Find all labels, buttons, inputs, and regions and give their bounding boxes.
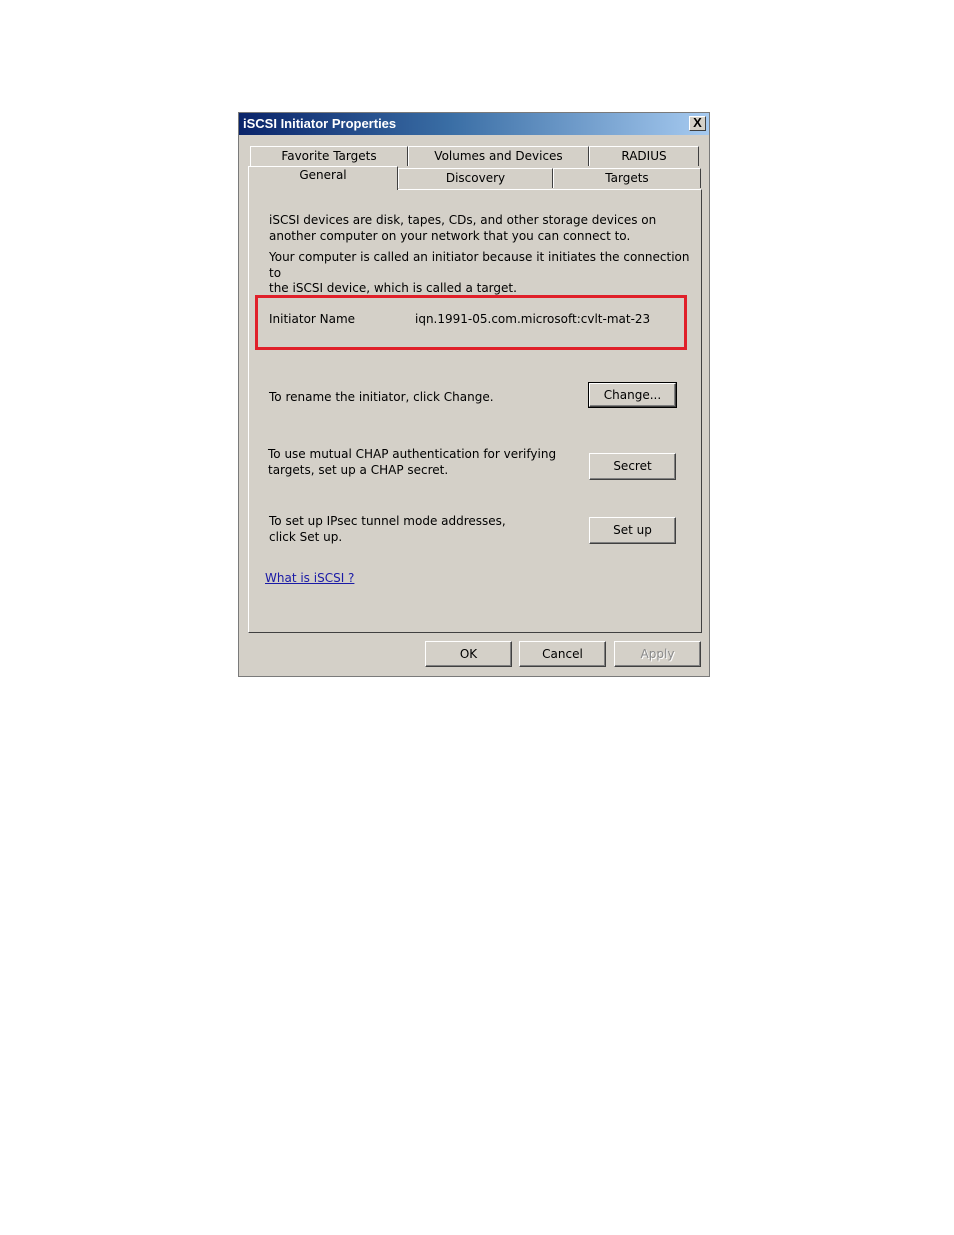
window-title: iSCSI Initiator Properties	[243, 116, 397, 131]
tab-radius[interactable]: RADIUS	[589, 146, 699, 166]
title-bar[interactable]: iSCSI Initiator Properties X	[239, 113, 709, 135]
tab-general[interactable]: General	[248, 166, 398, 190]
initiator-name-label: Initiator Name	[269, 312, 356, 326]
apply-button[interactable]: Apply	[614, 641, 701, 667]
secret-button[interactable]: Secret	[589, 453, 676, 480]
ok-button[interactable]: OK	[425, 641, 512, 667]
initiator-explanation-text: Your computer is called an initiator bec…	[269, 250, 701, 297]
computer-line-1: Your computer is called an initiator bec…	[269, 250, 690, 280]
tab-volumes-and-devices[interactable]: Volumes and Devices	[408, 146, 589, 166]
intro-text: iSCSI devices are disk, tapes, CDs, and …	[269, 213, 656, 244]
rename-instruction: To rename the initiator, click Change.	[269, 390, 494, 404]
initiator-name-value: iqn.1991-05.com.microsoft:cvlt-mat-23	[415, 312, 651, 326]
chap-line-1: To use mutual CHAP authentication for ve…	[268, 447, 557, 461]
change-button[interactable]: Change...	[588, 382, 677, 408]
close-icon: X	[693, 115, 702, 130]
tab-favorite-targets[interactable]: Favorite Targets	[250, 146, 408, 166]
close-button[interactable]: X	[689, 116, 706, 131]
ipsec-line-2: click Set up.	[269, 529, 343, 544]
iscsi-initiator-properties-dialog: iSCSI Initiator Properties X Favorite Ta…	[238, 112, 710, 677]
intro-line-1: iSCSI devices are disk, tapes, CDs, and …	[269, 213, 657, 227]
cancel-button[interactable]: Cancel	[519, 641, 606, 667]
general-tab-panel: iSCSI devices are disk, tapes, CDs, and …	[248, 189, 702, 633]
ipsec-instruction: To set up IPsec tunnel mode addresses, c…	[269, 514, 506, 545]
ipsec-line-1: To set up IPsec tunnel mode addresses,	[269, 514, 506, 528]
setup-button[interactable]: Set up	[589, 517, 676, 544]
chap-instruction: To use mutual CHAP authentication for ve…	[268, 447, 556, 478]
what-is-iscsi-link[interactable]: What is iSCSI ?	[265, 571, 354, 585]
chap-line-2: targets, set up a CHAP secret.	[268, 462, 449, 477]
tab-discovery[interactable]: Discovery	[398, 168, 553, 188]
tab-targets[interactable]: Targets	[553, 168, 701, 188]
intro-line-2: another computer on your network that yo…	[269, 228, 631, 243]
